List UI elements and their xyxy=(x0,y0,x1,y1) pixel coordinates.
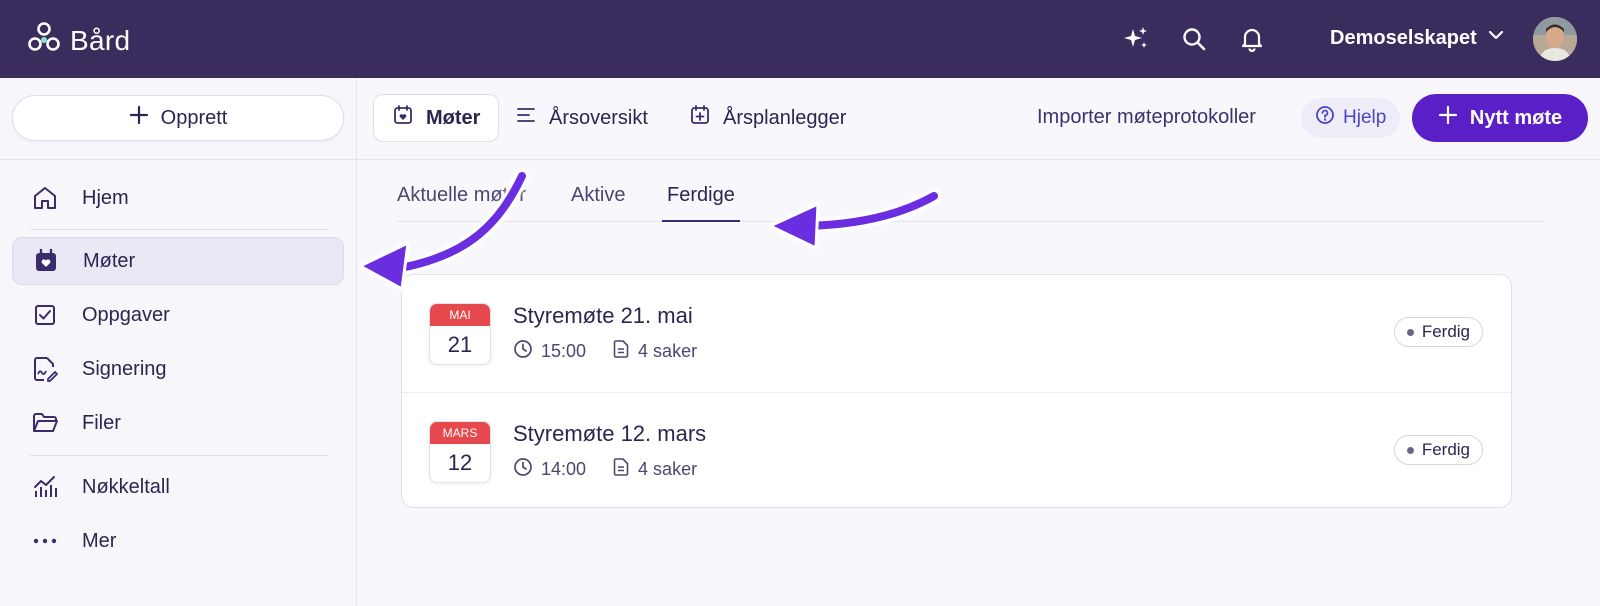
signature-icon xyxy=(30,354,60,384)
sidebar-item-files[interactable]: Filer xyxy=(12,399,344,447)
tab-current-meetings[interactable]: Aktuelle møter xyxy=(397,180,526,222)
sidebar-item-home[interactable]: Hjem xyxy=(12,174,344,222)
company-name: Demoselskapet xyxy=(1330,26,1477,49)
meeting-meta: 14:00 4 saker xyxy=(513,457,697,482)
help-circle-icon xyxy=(1315,105,1335,131)
meeting-row[interactable]: MARS 12 Styremøte 12. mars 14:00 4 saker… xyxy=(402,392,1511,507)
clock-icon xyxy=(513,339,533,364)
user-avatar[interactable] xyxy=(1533,17,1577,61)
app-logo[interactable]: Bård xyxy=(26,20,130,61)
tab-label: Møter xyxy=(426,106,481,129)
create-button[interactable]: Opprett xyxy=(12,95,344,141)
meeting-row[interactable]: MAI 21 Styremøte 21. mai 15:00 4 saker F… xyxy=(402,275,1511,392)
checkbox-icon xyxy=(30,300,60,330)
chevron-down-icon xyxy=(1487,26,1505,50)
new-meeting-label: Nytt møte xyxy=(1469,106,1563,129)
import-minutes-link[interactable]: Importer møteprotokoller xyxy=(1037,106,1256,129)
meeting-time: 14:00 xyxy=(541,459,587,479)
sidebar: Opprett Hjem Møter Oppgaver Signering Fi… xyxy=(0,78,357,606)
chart-icon xyxy=(30,472,60,502)
meeting-time: 15:00 xyxy=(541,341,587,361)
status-dot xyxy=(1406,328,1414,336)
calendar-heart-icon xyxy=(31,246,61,276)
sidebar-item-meetings[interactable]: Møter xyxy=(12,237,344,285)
meeting-filter-tabs: Aktuelle møter Aktive Ferdige xyxy=(397,180,1544,222)
tab-meetings[interactable]: Møter xyxy=(373,94,500,142)
ai-sparkle-icon[interactable] xyxy=(1121,24,1151,54)
sidebar-item-label: Signering xyxy=(82,357,167,380)
tab-active[interactable]: Aktive xyxy=(571,180,625,222)
sidebar-divider xyxy=(30,455,328,456)
calendar-date-icon: MAI 21 xyxy=(429,303,491,365)
company-switcher[interactable]: Demoselskapet xyxy=(1330,26,1505,50)
status-dot xyxy=(1406,446,1414,454)
create-button-label: Opprett xyxy=(160,106,228,129)
sidebar-item-label: Filer xyxy=(82,411,121,434)
calendar-date-icon: MARS 12 xyxy=(429,421,491,483)
list-icon xyxy=(515,104,537,132)
status-badge: Ferdig xyxy=(1393,435,1483,465)
calendar-plus-icon xyxy=(689,104,711,132)
sidebar-item-label: Oppgaver xyxy=(82,303,170,326)
status-badge: Ferdig xyxy=(1393,317,1483,347)
top-bar: Bård Demoselskapet xyxy=(0,0,1600,78)
tab-label: Årsplanlegger xyxy=(723,106,847,129)
meeting-title[interactable]: Styremøte 12. mars xyxy=(513,421,706,447)
main-content: Møter Årsoversikt Årsplanlegger Importer… xyxy=(357,78,1600,606)
document-icon xyxy=(612,339,630,364)
sidebar-item-signing[interactable]: Signering xyxy=(12,345,344,393)
calendar-day: 12 xyxy=(447,450,473,475)
sidebar-item-label: Nøkkeltall xyxy=(82,475,170,498)
notification-bell-icon[interactable] xyxy=(1237,24,1267,54)
sidebar-item-label: Møter xyxy=(83,249,136,272)
sidebar-header: Opprett xyxy=(0,78,356,160)
app-name: Bård xyxy=(70,24,131,56)
meeting-title[interactable]: Styremøte 21. mai xyxy=(513,303,693,329)
plus-icon xyxy=(129,105,149,131)
meeting-meta: 15:00 4 saker xyxy=(513,339,697,364)
calendar-month: MAI xyxy=(430,304,490,326)
folder-icon xyxy=(30,408,60,438)
document-icon xyxy=(612,457,630,482)
tab-completed[interactable]: Ferdige xyxy=(662,180,740,222)
sidebar-item-tasks[interactable]: Oppgaver xyxy=(12,291,344,339)
help-button[interactable]: Hjelp xyxy=(1301,98,1401,138)
toolbar: Møter Årsoversikt Årsplanlegger Importer… xyxy=(357,78,1600,160)
logo-icon xyxy=(26,20,62,61)
tab-year-planner[interactable]: Årsplanlegger xyxy=(671,94,864,142)
status-label: Ferdig xyxy=(1421,440,1470,459)
meeting-item-count: 4 saker xyxy=(638,459,698,479)
clock-icon xyxy=(513,457,533,482)
more-icon xyxy=(30,526,60,556)
new-meeting-button[interactable]: Nytt møte xyxy=(1412,94,1588,142)
sidebar-item-more[interactable]: Mer xyxy=(12,517,344,565)
sidebar-item-key-figures[interactable]: Nøkkeltall xyxy=(12,463,344,511)
meeting-list: MAI 21 Styremøte 21. mai 15:00 4 saker F… xyxy=(401,274,1512,508)
help-label: Hjelp xyxy=(1343,107,1387,128)
meeting-item-count: 4 saker xyxy=(638,341,698,361)
sidebar-item-label: Mer xyxy=(82,529,117,552)
calendar-day: 21 xyxy=(447,332,473,357)
sidebar-item-label: Hjem xyxy=(82,186,129,209)
sidebar-divider xyxy=(30,229,328,230)
status-label: Ferdig xyxy=(1421,322,1470,341)
tab-year-overview[interactable]: Årsoversikt xyxy=(497,94,666,142)
calendar-heart-icon xyxy=(392,104,414,132)
home-icon xyxy=(30,183,60,213)
tab-label: Årsoversikt xyxy=(549,106,648,129)
plus-icon xyxy=(1438,105,1458,131)
search-icon[interactable] xyxy=(1179,24,1209,54)
calendar-month: MARS xyxy=(430,422,490,444)
